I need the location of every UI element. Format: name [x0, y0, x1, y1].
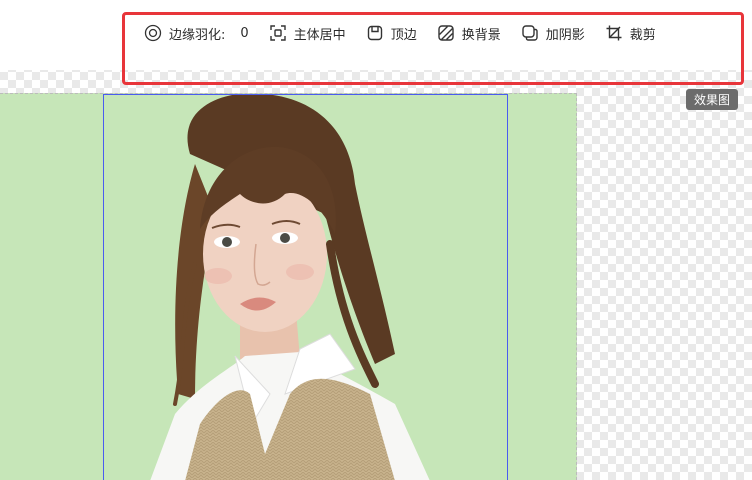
feather-control[interactable]: 边缘羽化: 0	[144, 24, 249, 43]
feather-value[interactable]: 0	[240, 26, 248, 41]
target-icon	[144, 24, 162, 42]
top-edge-label: 顶边	[390, 27, 417, 43]
add-shadow-button[interactable]: 加阴影	[521, 24, 585, 43]
edit-canvas[interactable]	[0, 93, 577, 480]
center-subject-label: 主体居中	[293, 27, 346, 43]
top-edge-button[interactable]: 顶边	[366, 24, 417, 43]
hatch-square-icon	[437, 24, 455, 42]
edit-toolbar: 边缘羽化: 0 主体居中 顶边 换背景 加阴影 裁剪	[124, 13, 752, 53]
add-shadow-label: 加阴影	[545, 27, 585, 43]
effect-preview-badge: 效果图	[686, 89, 739, 110]
focus-frame-icon	[269, 24, 287, 42]
feather-label: 边缘羽化:	[169, 27, 226, 43]
change-background-label: 换背景	[461, 27, 501, 43]
crop-label: 裁剪	[629, 27, 656, 43]
subject-selection-frame[interactable]	[103, 94, 508, 480]
shadow-square-icon	[521, 24, 539, 42]
change-background-button[interactable]: 换背景	[437, 24, 501, 43]
center-subject-button[interactable]: 主体居中	[269, 24, 346, 43]
crop-button[interactable]: 裁剪	[605, 24, 656, 43]
crop-icon	[605, 24, 623, 42]
align-top-icon	[366, 24, 384, 42]
